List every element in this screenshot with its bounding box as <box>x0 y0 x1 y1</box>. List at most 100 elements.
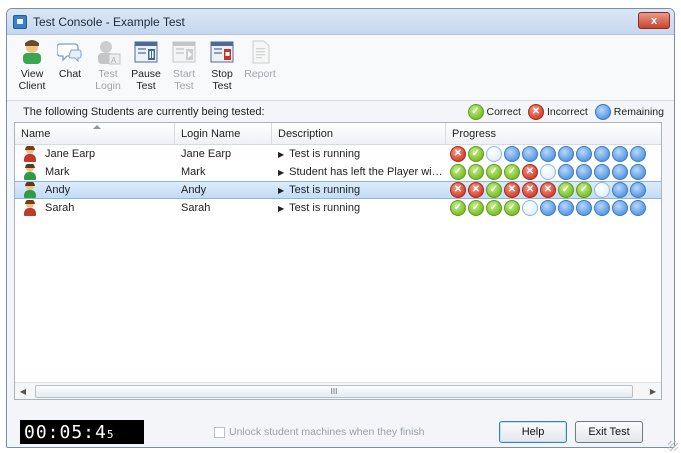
scroll-thumb[interactable]: III <box>35 384 633 398</box>
cell-login: Sarah <box>175 202 272 214</box>
student-name: Andy <box>45 184 71 196</box>
exit-test-button[interactable]: Exit Test <box>575 421 643 443</box>
progress-legend: ✓ Correct ✕ Incorrect Remaining <box>467 104 669 120</box>
scroll-left-icon[interactable]: ◀ <box>15 387 31 396</box>
student-login: Sarah <box>181 202 211 214</box>
progress-incorrect-icon: ✕ <box>540 182 556 198</box>
scroll-right-icon[interactable]: ▶ <box>645 387 661 396</box>
student-description: Test is running <box>289 148 361 160</box>
chat-button[interactable]: Chat <box>51 39 89 100</box>
student-row[interactable]: Mark Mark ▶ Student has left the Player win… <box>15 163 661 181</box>
legend-incorrect-label: Incorrect <box>546 106 588 118</box>
progress-remaining-icon <box>612 200 628 216</box>
unlock-checkbox[interactable] <box>214 426 225 438</box>
progress-correct-icon: ✓ <box>450 164 466 180</box>
progress-correct-icon: ✓ <box>468 146 484 162</box>
student-avatar-icon <box>23 200 36 216</box>
cell-description: ▶ Test is running <box>272 184 446 196</box>
cell-name: Jane Earp <box>15 146 175 162</box>
view-client-button[interactable]: View Client <box>13 39 51 100</box>
student-name: Sarah <box>45 202 75 214</box>
progress-current-icon <box>594 182 610 198</box>
progress-incorrect-icon: ✕ <box>522 164 538 180</box>
help-button[interactable]: Help <box>499 421 567 443</box>
cell-name: Andy <box>15 182 175 198</box>
status-message: The following Students are currently bei… <box>23 106 265 118</box>
progress-remaining-icon <box>594 146 610 162</box>
test-login-button[interactable]: A Test Login <box>89 39 127 100</box>
progress-correct-icon: ✓ <box>450 200 466 216</box>
progress-remaining-icon <box>504 146 520 162</box>
progress-correct-icon: ✓ <box>486 164 502 180</box>
student-row[interactable]: Jane Earp Jane Earp ▶ Test is running ✕ ✓ <box>15 145 661 163</box>
stop-test-button[interactable]: Stop Test <box>203 39 241 100</box>
toolbar-label-line1: Pause <box>131 68 161 80</box>
progress-remaining-icon <box>558 164 574 180</box>
progress-incorrect-icon: ✕ <box>468 182 484 198</box>
svg-text:A: A <box>111 56 117 65</box>
toolbar-label-line1: Stop <box>211 68 233 80</box>
progress-remaining-icon <box>630 164 646 180</box>
resize-grip[interactable] <box>668 441 678 451</box>
status-line: The following Students are currently bei… <box>7 101 674 123</box>
close-button[interactable]: x <box>638 12 670 29</box>
column-name-label: Name <box>21 127 51 140</box>
toolbar-label-line2: Test <box>212 80 232 92</box>
start-test-button[interactable]: Start Test <box>165 39 203 100</box>
cell-progress: ✕ ✓ <box>446 146 661 162</box>
progress-remaining-icon <box>594 164 610 180</box>
scroll-track[interactable]: III <box>31 384 645 399</box>
cell-progress: ✕ ✕ ✓ ✕ ✕ ✕ ✓ ✓ <box>446 182 661 198</box>
student-description: Student has left the Player wind... <box>289 166 446 178</box>
progress-current-icon <box>486 146 502 162</box>
progress-remaining-icon <box>630 146 646 162</box>
progress-correct-icon: ✓ <box>576 182 592 198</box>
progress-incorrect-icon: ✕ <box>504 182 520 198</box>
column-header-login[interactable]: Login Name <box>175 123 272 144</box>
progress-remaining-icon <box>612 182 628 198</box>
progress-current-icon <box>522 200 538 216</box>
student-login: Andy <box>181 184 207 196</box>
progress-correct-icon: ✓ <box>504 200 520 216</box>
toolbar-label-line1: Start <box>172 68 196 80</box>
timer-tail: 5 <box>106 428 115 441</box>
column-progress-label: Progress <box>452 127 497 140</box>
progress-correct-icon: ✓ <box>468 164 484 180</box>
student-avatar-icon <box>23 146 36 162</box>
student-avatar-icon <box>23 164 36 180</box>
progress-correct-icon: ✓ <box>486 200 502 216</box>
progress-correct-icon: ✓ <box>486 182 502 198</box>
chat-icon <box>56 39 84 65</box>
progress-current-icon <box>540 164 556 180</box>
cell-progress: ✓ ✓ ✓ ✓ ✕ <box>446 164 661 180</box>
toolbar-label-line2: Client <box>18 80 46 92</box>
students-grid[interactable]: Name Login Name Description Progress Jan… <box>14 122 662 400</box>
student-description: Test is running <box>289 184 361 196</box>
student-avatar-icon <box>23 182 36 198</box>
column-header-name[interactable]: Name <box>15 123 175 144</box>
student-row[interactable]: Andy Andy ▶ Test is running ✕ ✕ ✓ ✕ ✕ ✕ ✓ ✓ <box>15 181 661 199</box>
pause-test-button[interactable]: Pause Test <box>127 39 165 100</box>
progress-remaining-icon <box>612 164 628 180</box>
correct-legend-icon: ✓ <box>467 104 484 120</box>
remaining-legend-icon <box>594 104 611 120</box>
toolbar-label-line1: Chat <box>58 68 82 80</box>
column-header-progress[interactable]: Progress <box>446 123 661 144</box>
progress-remaining-icon <box>630 182 646 198</box>
column-header-description[interactable]: Description <box>272 123 446 144</box>
cell-login: Jane Earp <box>175 148 272 160</box>
toolbar-label-line1: View <box>20 68 44 80</box>
progress-incorrect-icon: ✕ <box>450 182 466 198</box>
cell-login: Andy <box>175 184 272 196</box>
view-client-icon <box>18 39 46 65</box>
report-button[interactable]: Report <box>241 39 279 100</box>
legend-correct-label: Correct <box>486 106 521 118</box>
progress-remaining-icon <box>630 200 646 216</box>
unlock-machines-option[interactable]: Unlock student machines when they finish <box>214 426 425 438</box>
horizontal-scrollbar[interactable]: ◀ III ▶ <box>15 382 661 399</box>
toolbar: View Client Chat A Test Login Pause Test Start Te… <box>7 35 674 101</box>
toolbar-label-line2: Login <box>95 80 121 92</box>
cell-name: Sarah <box>15 200 175 216</box>
app-icon <box>13 14 27 29</box>
student-row[interactable]: Sarah Sarah ▶ Test is running ✓ ✓ ✓ ✓ <box>15 199 661 217</box>
